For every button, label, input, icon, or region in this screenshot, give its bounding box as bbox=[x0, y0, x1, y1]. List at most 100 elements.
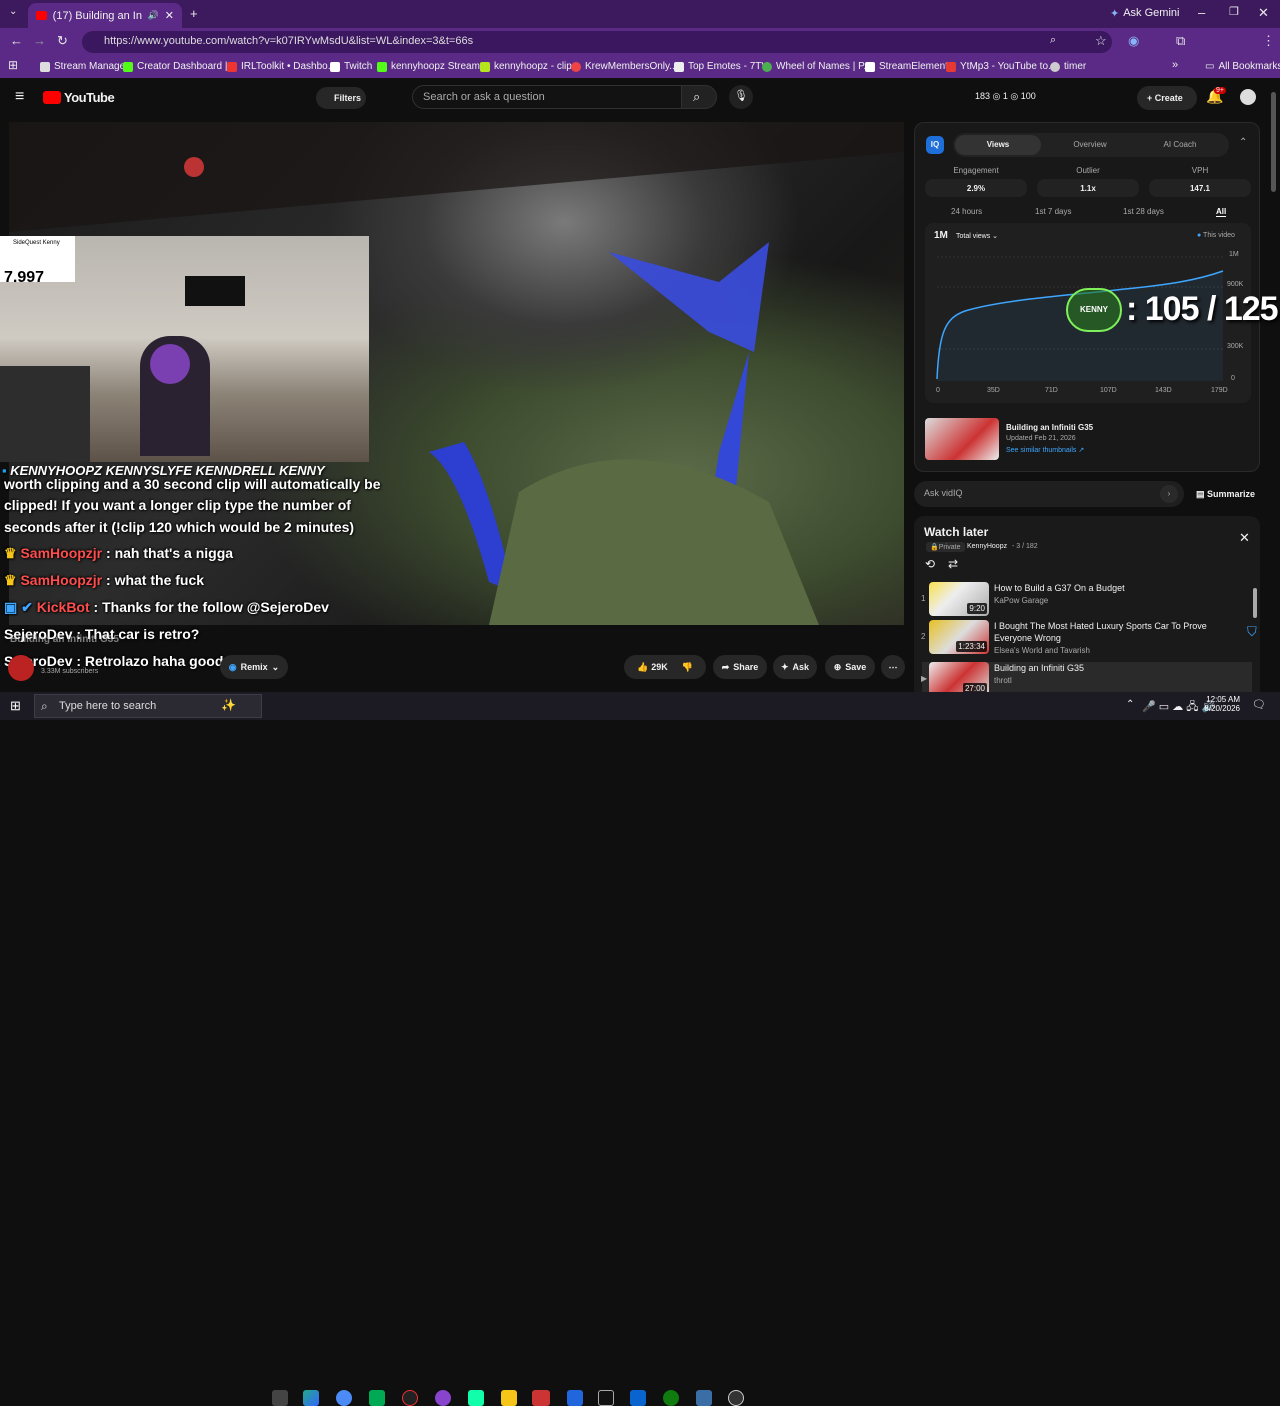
start-icon[interactable]: ⊞ bbox=[10, 698, 21, 714]
search-input[interactable]: Search or ask a question bbox=[412, 85, 682, 109]
bookmark-item[interactable]: KrewMembersOnly... bbox=[571, 61, 678, 72]
shuffle-icon[interactable]: ⇄ bbox=[948, 557, 958, 571]
microphone-icon: 🎙 bbox=[734, 90, 748, 102]
bookmark-star-icon[interactable]: ☆ bbox=[1095, 33, 1107, 49]
all-bookmarks-button[interactable]: ▭ All Bookmarks bbox=[1205, 61, 1280, 72]
extension-icon[interactable]: ◉ bbox=[1128, 33, 1139, 49]
hamburger-menu-icon[interactable]: ≡ bbox=[15, 88, 24, 106]
bookmark-item[interactable]: StreamElements bbox=[865, 61, 953, 72]
youtube-logo[interactable]: YouTube bbox=[43, 90, 115, 105]
playlist-item[interactable]: 1 9:20 How to Build a G37 On a Budget Ka… bbox=[921, 582, 1252, 622]
bookmark-item[interactable]: Twitch bbox=[330, 61, 372, 72]
minimize-icon[interactable]: – bbox=[1198, 5, 1205, 20]
create-button[interactable]: + Create bbox=[1137, 86, 1197, 110]
filters-button[interactable]: Filters bbox=[316, 87, 366, 109]
app-icon[interactable] bbox=[435, 1390, 451, 1406]
bookmark-icon bbox=[571, 61, 581, 72]
more-actions-button[interactable]: ⋯ bbox=[881, 655, 905, 679]
send-icon[interactable]: › bbox=[1160, 485, 1178, 503]
ask-vidiq-input[interactable]: Ask vidIQ › bbox=[914, 481, 1184, 507]
clock[interactable]: 12:05 AM 8/20/2026 bbox=[1198, 695, 1240, 713]
reload-icon[interactable]: ↻ bbox=[57, 33, 68, 49]
xbox-icon[interactable] bbox=[663, 1390, 679, 1406]
taskbar-search-input[interactable]: ⌕ Type here to search ✨ bbox=[34, 694, 262, 718]
kick-icon bbox=[377, 61, 387, 72]
bookmark-item[interactable]: Stream Manager bbox=[40, 61, 128, 72]
save-button[interactable]: ⊕ Save bbox=[825, 655, 875, 679]
chevron-down-icon: ⌄ bbox=[271, 661, 280, 672]
restore-icon[interactable]: ❐ bbox=[1229, 5, 1239, 18]
tray-chevron-icon[interactable]: ⌃ bbox=[1126, 699, 1134, 710]
tab-overview[interactable]: Overview bbox=[1047, 140, 1133, 149]
app-icon[interactable] bbox=[369, 1390, 385, 1406]
tab-views[interactable]: Views bbox=[955, 135, 1041, 155]
playlist-owner[interactable]: KennyHoopz bbox=[967, 543, 1007, 550]
like-button[interactable]: 👍 29K bbox=[637, 662, 668, 673]
loop-icon[interactable]: ⟲ bbox=[925, 557, 935, 571]
summarize-button[interactable]: ▤ Summarize bbox=[1196, 489, 1255, 500]
voice-search-button[interactable]: 🎙 bbox=[729, 85, 753, 109]
zoom-icon[interactable]: ⌕ bbox=[1050, 34, 1056, 47]
playlist-scrollbar[interactable] bbox=[1253, 588, 1257, 618]
notification-center-icon[interactable]: 🗨 bbox=[1252, 698, 1266, 711]
close-playlist-icon[interactable]: ✕ bbox=[1239, 530, 1250, 546]
range-24h[interactable]: 24 hours bbox=[951, 207, 982, 216]
extensions-puzzle-icon[interactable]: ⧉ bbox=[1176, 33, 1185, 49]
watch-later-panel: Watch later ✕ 🔒Private KennyHoopz - 3 / … bbox=[914, 516, 1260, 702]
ask-button[interactable]: ✦ Ask bbox=[773, 655, 817, 679]
bookmark-item[interactable]: timer bbox=[1050, 61, 1086, 72]
copilot-icon[interactable] bbox=[303, 1390, 319, 1406]
collapse-icon[interactable]: ⌃ bbox=[1239, 137, 1247, 148]
search-button[interactable]: ⌕ bbox=[681, 85, 717, 109]
remix-icon: ◉ bbox=[228, 661, 237, 672]
bookmark-item[interactable]: YtMp3 - YouTube to... bbox=[946, 61, 1056, 72]
bookmark-item[interactable]: kennyhoopz Stream... bbox=[377, 61, 488, 72]
channel-avatar[interactable] bbox=[8, 655, 34, 681]
chrome-icon[interactable] bbox=[336, 1390, 352, 1406]
app-icon[interactable] bbox=[567, 1390, 583, 1406]
bookmark-item[interactable]: Top Emotes - 7TV bbox=[674, 61, 768, 72]
new-tab-icon[interactable]: + bbox=[190, 6, 198, 21]
bookmark-item[interactable]: kennyhoopz - clips bbox=[480, 61, 577, 72]
outlook-icon[interactable] bbox=[630, 1390, 646, 1406]
dislike-icon[interactable]: 👎 bbox=[682, 662, 693, 673]
apps-grid-icon[interactable]: ⊞ bbox=[8, 58, 18, 72]
page-scrollbar[interactable] bbox=[1271, 92, 1276, 192]
capcut-icon[interactable] bbox=[598, 1390, 614, 1406]
range-all[interactable]: All bbox=[1216, 207, 1227, 217]
similar-thumbnails-link[interactable]: See similar thumbnails ↗ bbox=[1006, 446, 1084, 454]
window-close-icon[interactable]: ✕ bbox=[1258, 5, 1269, 21]
forward-icon[interactable]: → bbox=[33, 33, 46, 48]
bookmark-item[interactable]: Creator Dashboard |... bbox=[123, 61, 236, 72]
playlist-item[interactable]: 2 1:23:34 I Bought The Most Hated Luxury… bbox=[921, 620, 1252, 660]
browser-tab[interactable]: (17) Building an Infiniti G35 🔊 ✕ bbox=[28, 3, 182, 28]
vidiq-shield-icon[interactable]: ⛉ bbox=[1247, 624, 1257, 640]
video-thumbnail[interactable] bbox=[925, 418, 999, 460]
tab-list-icon[interactable]: ⌄ bbox=[9, 6, 17, 17]
obs-icon[interactable] bbox=[402, 1390, 418, 1406]
media-player-icon[interactable] bbox=[728, 1390, 744, 1406]
back-icon[interactable]: ← bbox=[10, 33, 23, 48]
app-icon[interactable] bbox=[696, 1390, 712, 1406]
app-icon[interactable] bbox=[532, 1390, 550, 1406]
range-7d[interactable]: 1st 7 days bbox=[1035, 207, 1071, 216]
audio-icon[interactable]: 🔊 bbox=[148, 10, 159, 21]
task-view-icon[interactable] bbox=[272, 1390, 288, 1406]
ask-gemini-button[interactable]: ✦ Ask Gemini bbox=[1110, 7, 1179, 20]
account-avatar[interactable] bbox=[1240, 89, 1256, 105]
bookmark-item[interactable]: Wheel of Names | P... bbox=[762, 61, 872, 72]
more-bookmarks-icon[interactable]: » bbox=[1172, 59, 1178, 71]
thumbs-up-icon: 👍 bbox=[637, 661, 649, 672]
bookmark-item[interactable]: IRLToolkit • Dashbo... bbox=[227, 61, 336, 72]
app-icon[interactable] bbox=[468, 1390, 484, 1406]
remix-button[interactable]: ◉ Remix ⌄ bbox=[220, 655, 288, 679]
share-button[interactable]: ➦ Share bbox=[713, 655, 767, 679]
tab-ai-coach[interactable]: AI Coach bbox=[1137, 140, 1223, 149]
url-input[interactable]: https://www.youtube.com/watch?v=k07IRYwM… bbox=[82, 31, 1112, 53]
browser-menu-icon[interactable]: ⋮ bbox=[1262, 33, 1275, 49]
playlist-title: Watch later bbox=[924, 525, 989, 539]
range-28d[interactable]: 1st 28 days bbox=[1123, 207, 1164, 216]
close-tab-icon[interactable]: ✕ bbox=[165, 9, 174, 22]
file-explorer-icon[interactable] bbox=[501, 1390, 517, 1406]
chat-line: seconds after it (!clip 120 which would … bbox=[4, 519, 355, 535]
